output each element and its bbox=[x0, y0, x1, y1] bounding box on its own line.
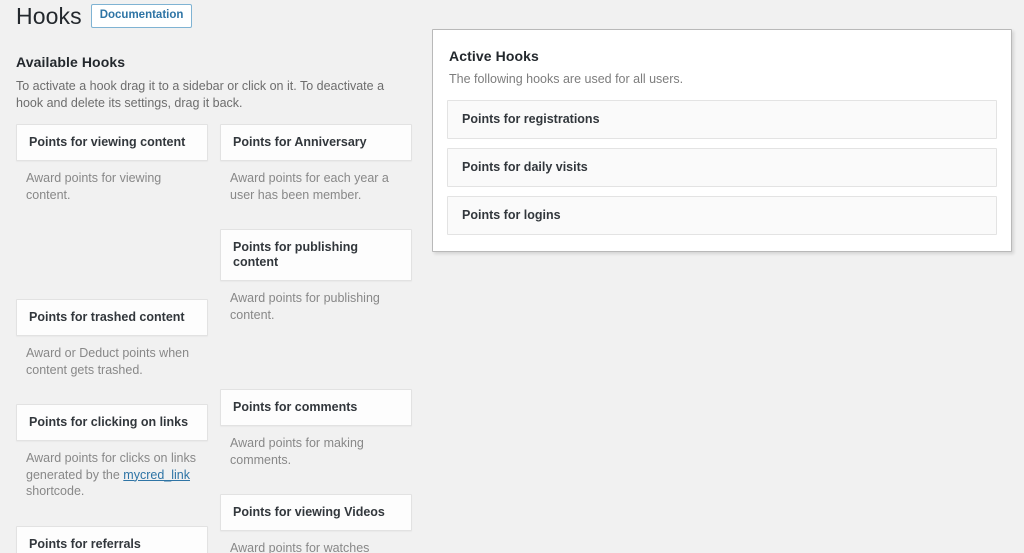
layout-spacer bbox=[220, 213, 412, 229]
hook-description: Award points for clicks on links generat… bbox=[16, 441, 208, 500]
layout-spacer bbox=[16, 213, 208, 299]
available-hooks-column-left: Points for viewing content Award points … bbox=[16, 124, 208, 553]
hook-description: Award points for each year a user has be… bbox=[230, 171, 389, 202]
hook-description-text: Award points for watches videos embedded… bbox=[230, 541, 370, 553]
hook-description: Award points for viewing content. bbox=[26, 171, 162, 202]
hook-description-text: shortcode. bbox=[26, 484, 85, 498]
hook-title[interactable]: Points for viewing Videos bbox=[220, 494, 412, 531]
active-hooks-description: The following hooks are used for all use… bbox=[449, 72, 684, 86]
hook-title[interactable]: Points for trashed content bbox=[16, 299, 208, 336]
page-title: Hooks bbox=[16, 3, 82, 29]
hook-description: Award or Deduct points when content gets… bbox=[26, 346, 190, 377]
available-hooks-region: Available Hooks To activate a hook drag … bbox=[16, 54, 412, 553]
available-hooks-columns: Points for viewing content Award points … bbox=[16, 124, 412, 553]
active-hook-item[interactable]: Points for daily visits bbox=[447, 148, 997, 187]
active-hooks-panel: Active Hooks The following hooks are use… bbox=[432, 29, 1012, 252]
active-hook-item[interactable]: Points for registrations bbox=[447, 100, 997, 139]
hook-title[interactable]: Points for comments bbox=[220, 389, 412, 426]
hook-title[interactable]: Points for Anniversary bbox=[220, 124, 412, 161]
layout-spacer bbox=[16, 388, 208, 404]
hook-card: Points for publishing content Award poin… bbox=[220, 229, 412, 323]
hook-card: Points for referrals Award points for si… bbox=[16, 525, 208, 553]
documentation-button[interactable]: Documentation bbox=[90, 3, 193, 29]
mycred-link-shortcode-link[interactable]: mycred_link bbox=[123, 468, 190, 482]
page-header: Hooks Documentation bbox=[16, 2, 193, 30]
hook-description: Award points for making comments. bbox=[230, 436, 364, 467]
hook-title[interactable]: Points for publishing content bbox=[220, 229, 412, 281]
hook-title[interactable]: Points for clicking on links bbox=[16, 404, 208, 441]
layout-spacer bbox=[220, 478, 412, 494]
hook-card: Points for clicking on links Award point… bbox=[16, 404, 208, 500]
available-hooks-title: Available Hooks bbox=[16, 54, 126, 70]
hook-title[interactable]: Points for referrals bbox=[16, 525, 208, 553]
hook-card: Points for Anniversary Award points for … bbox=[220, 124, 412, 203]
layout-spacer bbox=[16, 510, 208, 526]
hooks-admin-page: Hooks Documentation Available Hooks To a… bbox=[0, 0, 1024, 553]
hook-card: Points for comments Award points for mak… bbox=[220, 389, 412, 468]
active-hook-item[interactable]: Points for logins bbox=[447, 196, 997, 235]
active-hooks-title: Active Hooks bbox=[449, 48, 539, 64]
available-hooks-description: To activate a hook drag it to a sidebar … bbox=[16, 79, 385, 110]
hook-card: Points for trashed content Award or Dedu… bbox=[16, 299, 208, 378]
hook-card: Points for viewing content Award points … bbox=[16, 124, 208, 203]
hook-title[interactable]: Points for viewing content bbox=[16, 124, 208, 161]
hook-card: Points for viewing Videos Award points f… bbox=[220, 494, 412, 553]
hook-description: Award points for publishing content. bbox=[230, 291, 380, 322]
hook-description: Award points for watches videos embedded… bbox=[220, 531, 412, 553]
available-hooks-column-right: Points for Anniversary Award points for … bbox=[220, 124, 412, 553]
layout-spacer bbox=[220, 333, 412, 389]
